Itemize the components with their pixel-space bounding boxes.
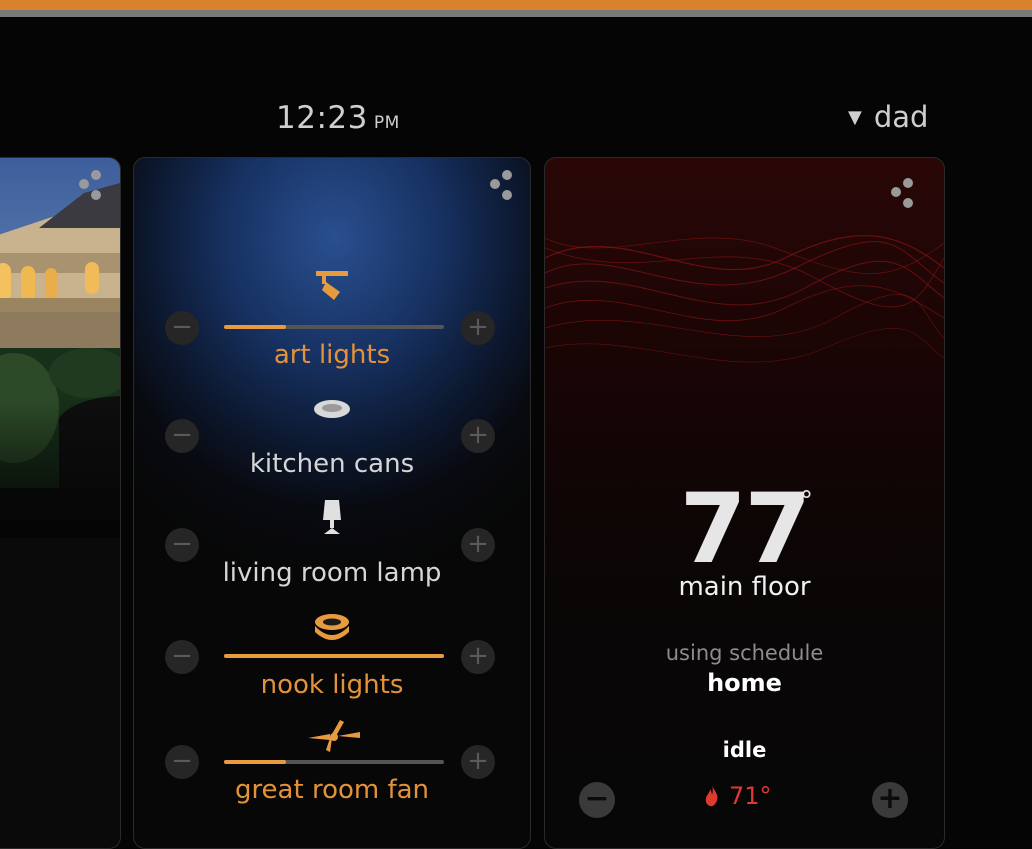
clock: 12:23 PM [276, 100, 400, 136]
top-divider [0, 10, 1032, 17]
nook-lights-plus-button[interactable]: + [461, 640, 495, 674]
great-room-fan-slider-fill [224, 760, 286, 764]
living-room-lamp-minus-button[interactable]: − [165, 528, 199, 562]
nook-lights-slider-fill [224, 654, 444, 658]
ceiling-light-icon [315, 614, 349, 640]
art-lights-label[interactable]: art lights [134, 340, 530, 370]
kitchen-cans-minus-button[interactable]: − [165, 419, 199, 453]
setpoint: 71° [705, 782, 795, 810]
schedule-label: using schedule [665, 641, 824, 665]
art-lights-slider[interactable] [224, 325, 444, 329]
clock-ampm: PM [373, 113, 400, 133]
living-room-lamp-plus-button[interactable]: + [461, 528, 495, 562]
heat-wave-graphic [545, 235, 944, 363]
dropdown-triangle-icon: ▼ [848, 107, 862, 128]
user-name: dad [873, 100, 929, 134]
setpoint-plus-button[interactable]: + [872, 782, 908, 818]
art-lights-slider-fill [224, 325, 286, 329]
card-menu-dots-icon[interactable] [490, 170, 520, 200]
top-accent-bar [0, 0, 1032, 10]
thermostat-card: 77 ° main floor using schedule home idle… [544, 157, 945, 849]
temperature-degree-symbol: ° [800, 486, 813, 516]
ceiling-fan-icon [308, 720, 360, 752]
kitchen-cans-plus-button[interactable]: + [461, 419, 495, 453]
lamp-icon [323, 500, 341, 534]
user-selector[interactable]: ▼ dad [848, 100, 928, 134]
card-menu-dots-icon[interactable] [79, 170, 109, 200]
living-room-lamp-label[interactable]: living room lamp [134, 558, 530, 588]
flame-icon [705, 785, 718, 807]
nook-lights-slider[interactable] [224, 654, 444, 658]
great-room-fan-minus-button[interactable]: − [165, 745, 199, 779]
lights-card: − + art lights − + kitchen cans − + livi… [133, 157, 531, 849]
great-room-fan-plus-button[interactable]: + [461, 745, 495, 779]
home-photo-card[interactable] [0, 157, 121, 849]
setpoint-value: 71° [729, 782, 772, 810]
current-temperature: 77 [679, 473, 812, 585]
great-room-fan-label[interactable]: great room fan [134, 775, 530, 805]
great-room-fan-slider[interactable] [224, 760, 444, 764]
hvac-status: idle [722, 738, 767, 762]
nook-lights-minus-button[interactable]: − [165, 640, 199, 674]
zone-name: main floor [678, 572, 811, 602]
card-menu-dots-icon[interactable] [891, 178, 921, 208]
schedule-name[interactable]: home [545, 669, 944, 697]
can-light-icon [314, 400, 350, 418]
nook-lights-label[interactable]: nook lights [134, 670, 530, 700]
setpoint-minus-button[interactable]: − [579, 782, 615, 818]
track-light-icon [316, 271, 348, 300]
clock-time: 12:23 [276, 100, 368, 136]
kitchen-cans-label[interactable]: kitchen cans [134, 449, 530, 479]
house-photo [0, 158, 120, 538]
